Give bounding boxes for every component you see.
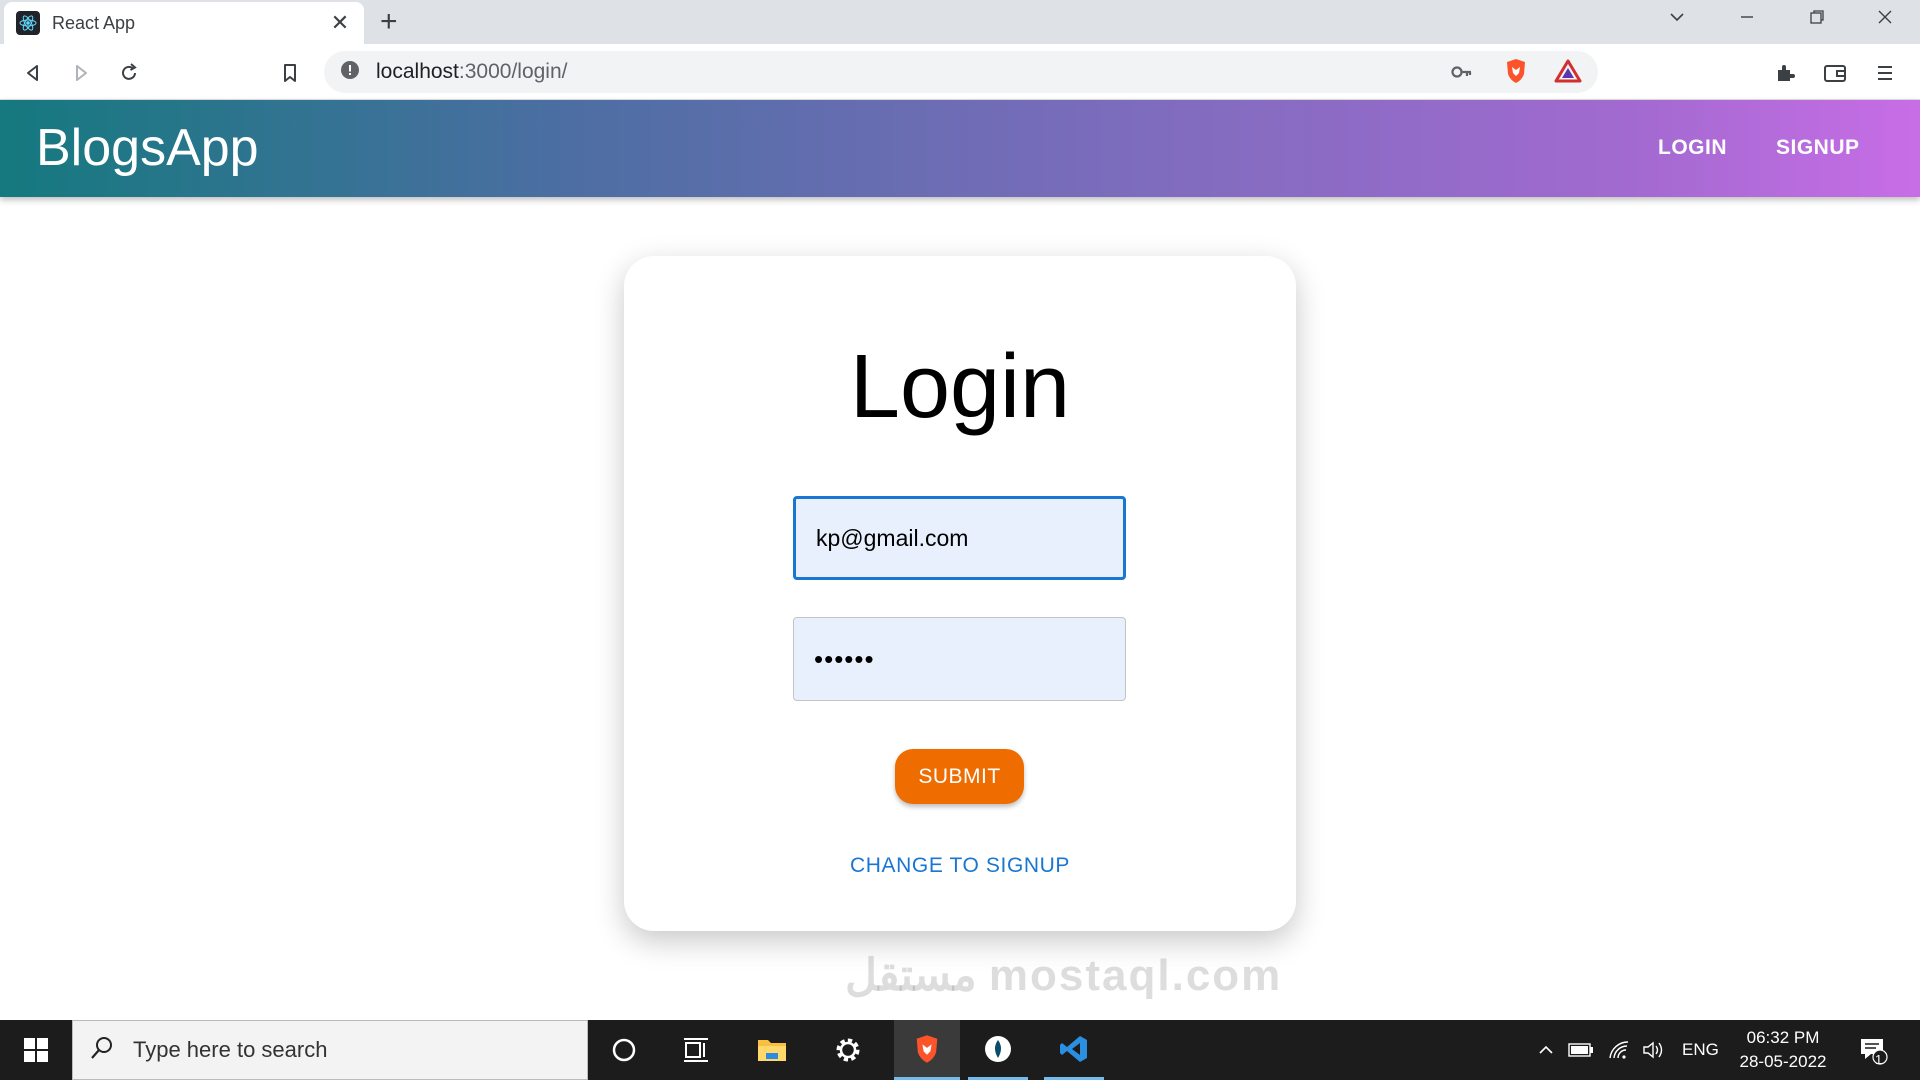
task-view-icon[interactable] xyxy=(666,1020,726,1080)
extensions-icon[interactable] xyxy=(1770,58,1800,88)
watermark: مستقل mostaql.com xyxy=(845,951,1283,1000)
notification-center-icon[interactable]: 1 xyxy=(1858,1020,1888,1080)
app-drop-taskbar-icon[interactable] xyxy=(968,1020,1028,1080)
file-explorer-icon[interactable] xyxy=(742,1020,802,1080)
browser-tabbar: React App ✕ + xyxy=(0,0,1920,44)
app-header: BlogsApp LOGIN SIGNUP xyxy=(0,100,1920,197)
search-icon xyxy=(89,1035,115,1066)
page-title: Login xyxy=(849,337,1071,437)
brand-logo[interactable]: BlogsApp xyxy=(36,118,259,178)
login-card: Login kp@gmail.com •••••• SUBMIT CHANGE … xyxy=(624,256,1296,931)
forward-icon[interactable] xyxy=(66,58,96,88)
menu-icon[interactable] xyxy=(1870,58,1900,88)
minimize-icon[interactable] xyxy=(1738,8,1756,32)
bookmark-icon[interactable] xyxy=(275,58,305,88)
settings-gear-icon[interactable] xyxy=(818,1020,878,1080)
windows-start-icon[interactable] xyxy=(0,1020,72,1080)
tab-close-icon[interactable]: ✕ xyxy=(328,10,352,36)
brave-browser-taskbar-icon[interactable] xyxy=(894,1020,960,1080)
tab-title: React App xyxy=(52,12,136,33)
vscode-taskbar-icon[interactable] xyxy=(1044,1020,1104,1080)
new-tab-icon[interactable]: + xyxy=(380,6,398,38)
url-text: localhost:3000/login/ xyxy=(376,60,567,84)
tray-chevron-icon[interactable] xyxy=(1536,1020,1556,1080)
submit-button[interactable]: SUBMIT xyxy=(895,749,1024,804)
taskbar-search-box[interactable]: Type here to search xyxy=(72,1020,588,1080)
password-value: •••••• xyxy=(814,643,875,674)
browser-tab[interactable]: React App ✕ xyxy=(4,2,364,44)
clock-time: 06:32 PM xyxy=(1746,1028,1820,1047)
taskbar: Type here to search ENG 06:32 PM 28-05-2… xyxy=(0,1020,1920,1080)
brave-rewards-icon[interactable] xyxy=(1554,59,1582,88)
volume-icon[interactable] xyxy=(1642,1020,1666,1080)
url-path: :3000/login/ xyxy=(458,60,568,83)
close-window-icon[interactable] xyxy=(1876,8,1894,32)
clock-date: 28-05-2022 xyxy=(1739,1052,1827,1071)
email-field[interactable]: kp@gmail.com xyxy=(793,496,1126,580)
password-field[interactable]: •••••• xyxy=(793,617,1126,701)
reload-icon[interactable] xyxy=(114,58,144,88)
browser-toolbar: localhost:3000/login/ xyxy=(0,44,1920,100)
react-favicon-icon xyxy=(16,11,40,35)
address-bar[interactable]: localhost:3000/login/ xyxy=(324,51,1598,93)
nav-signup-link[interactable]: SIGNUP xyxy=(1776,136,1860,160)
battery-icon[interactable] xyxy=(1568,1020,1594,1080)
url-host: localhost xyxy=(376,60,459,83)
site-info-icon[interactable] xyxy=(340,60,360,85)
notification-count: 1 xyxy=(1875,1052,1883,1067)
restore-icon[interactable] xyxy=(1808,8,1826,32)
language-indicator[interactable]: ENG xyxy=(1682,1020,1719,1080)
taskbar-clock[interactable]: 06:32 PM 28-05-2022 xyxy=(1728,1026,1838,1074)
search-placeholder: Type here to search xyxy=(133,1037,328,1062)
nav-login-link[interactable]: LOGIN xyxy=(1658,136,1727,160)
cortana-icon[interactable] xyxy=(594,1020,654,1080)
wifi-icon[interactable] xyxy=(1608,1020,1630,1080)
back-icon[interactable] xyxy=(18,58,48,88)
wallet-icon[interactable] xyxy=(1820,58,1850,88)
change-to-signup-button[interactable]: CHANGE TO SIGNUP xyxy=(624,854,1296,878)
key-icon[interactable] xyxy=(1450,61,1474,88)
tab-search-chevron-icon[interactable] xyxy=(1668,8,1686,32)
email-value: kp@gmail.com xyxy=(816,524,969,551)
brave-shield-icon[interactable] xyxy=(1504,57,1528,90)
